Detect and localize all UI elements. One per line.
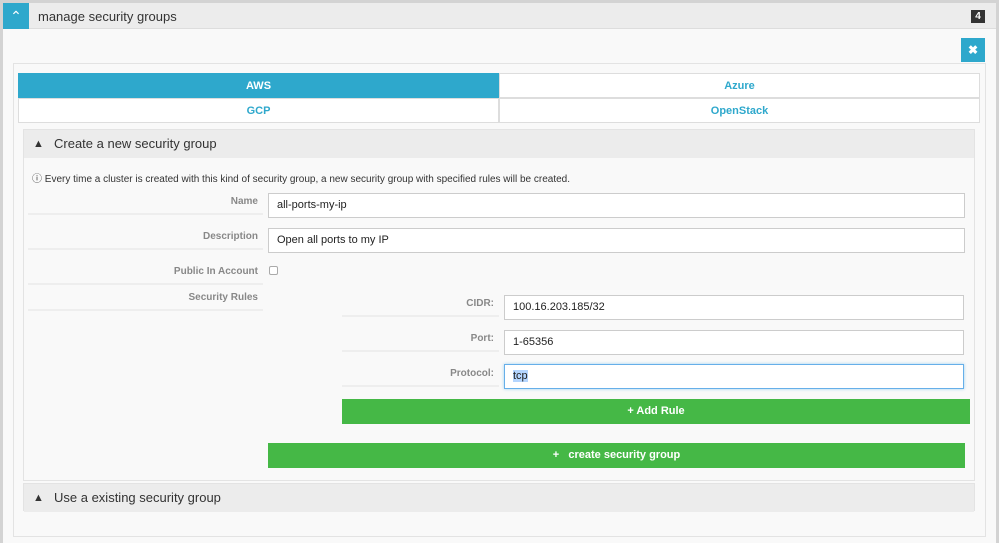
security-rules-label: Security Rules — [28, 292, 263, 311]
port-label: Port: — [342, 333, 499, 352]
protocol-value: tcp — [513, 370, 528, 382]
close-button[interactable]: ✖ — [961, 38, 985, 62]
create-button-label: create security group — [568, 449, 681, 461]
existing-section[interactable]: ▲ Use a existing security group — [23, 483, 975, 512]
panel-title: manage security groups — [38, 9, 177, 24]
sitemap-icon: ▲ — [33, 492, 44, 504]
public-checkbox[interactable] — [269, 266, 278, 275]
add-rule-button[interactable]: + Add Rule — [342, 399, 970, 424]
tab-azure[interactable]: Azure — [499, 73, 980, 98]
chevron-up-icon: ⌃ — [10, 8, 22, 24]
cidr-label: CIDR: — [342, 298, 499, 317]
collapse-button[interactable]: ⌃ — [3, 3, 29, 29]
cidr-input[interactable]: 100.16.203.185/32 — [504, 295, 964, 320]
public-label: Public In Account — [28, 266, 263, 285]
protocol-label: Protocol: — [342, 368, 499, 387]
info-text: ⓘ Every time a cluster is created with t… — [32, 170, 570, 185]
close-icon: ✖ — [967, 43, 979, 57]
name-input[interactable]: all-ports-my-ip — [268, 193, 965, 218]
tab-aws[interactable]: AWS — [18, 73, 499, 98]
protocol-input[interactable]: tcp — [504, 364, 964, 389]
create-section-header[interactable]: ▲ Create a new security group — [24, 130, 974, 158]
count-badge: 4 — [971, 10, 985, 23]
create-section-title: Create a new security group — [54, 136, 217, 151]
existing-section-title: Use a existing security group — [54, 490, 221, 505]
tab-openstack[interactable]: OpenStack — [499, 98, 980, 123]
description-label: Description — [28, 231, 263, 250]
plus-icon: + — [552, 449, 569, 461]
tab-gcp[interactable]: GCP — [18, 98, 499, 123]
existing-section-header[interactable]: ▲ Use a existing security group — [24, 484, 974, 512]
create-security-group-button[interactable]: + create security group — [268, 443, 965, 468]
port-input[interactable]: 1-65356 — [504, 330, 964, 355]
name-label: Name — [28, 196, 263, 215]
info-icon: ⓘ — [32, 174, 45, 185]
description-input[interactable]: Open all ports to my IP — [268, 228, 965, 253]
info-message: Every time a cluster is created with thi… — [44, 174, 571, 185]
add-rule-label: Add Rule — [636, 405, 685, 417]
sitemap-icon: ▲ — [33, 138, 44, 150]
